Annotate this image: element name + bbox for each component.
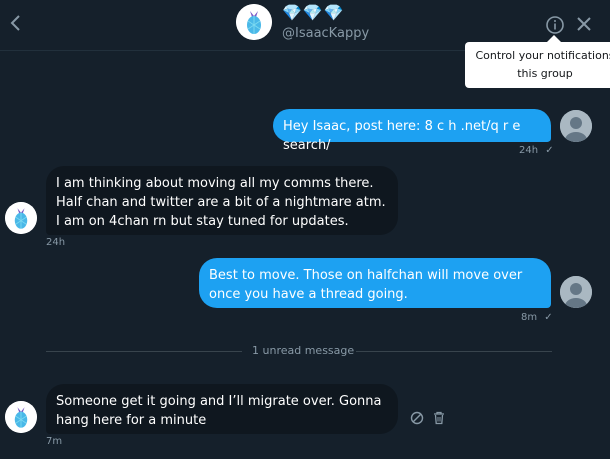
timestamp-text: 24h [519, 145, 539, 156]
check-icon: ✓ [545, 145, 554, 156]
chevron-left-icon[interactable] [6, 12, 26, 34]
message-text: I am thinking about moving all my comms … [56, 176, 386, 229]
message-timestamp: 24h ✓ [519, 145, 554, 156]
message-timestamp: 7m [46, 436, 62, 447]
tooltip-line-2: this group [517, 67, 573, 80]
sent-message-bubble[interactable]: Best to move. Those on halfchan will mov… [199, 258, 551, 308]
message-timestamp: 8m ✓ [521, 312, 553, 323]
group-avatar[interactable] [236, 4, 272, 40]
timestamp-text: 8m [521, 312, 538, 323]
divider-line-right [356, 351, 552, 352]
group-title: 💎💎💎 [282, 3, 345, 22]
received-message-bubble[interactable]: Someone get it going and I’ll migrate ov… [46, 384, 398, 434]
timestamp-text: 24h [46, 237, 66, 248]
default-avatar-icon [560, 110, 592, 142]
pineapple-logo-icon [5, 202, 37, 234]
message-text: Hey Isaac, post here: 8 c h .net/q r e s… [283, 119, 521, 153]
sender-avatar[interactable] [5, 401, 37, 433]
message-timestamp: 24h [46, 237, 65, 248]
timestamp-text: 7m [46, 436, 63, 447]
divider-line-left [46, 351, 242, 352]
user-avatar[interactable] [560, 110, 592, 142]
user-avatar[interactable] [560, 276, 592, 308]
message-text: Someone get it going and I’ll migrate ov… [56, 394, 382, 428]
sender-avatar[interactable] [5, 202, 37, 234]
close-icon[interactable] [575, 15, 593, 33]
block-icon[interactable] [410, 411, 424, 425]
unread-divider-label: 1 unread message [252, 344, 355, 357]
tooltip-arrow [547, 35, 561, 42]
message-text: Best to move. Those on halfchan will mov… [209, 268, 523, 302]
pineapple-logo-icon [236, 4, 272, 40]
check-icon: ✓ [544, 312, 553, 323]
tooltip-line-1: Control your notifications [475, 49, 610, 62]
group-handle[interactable]: @IsaacKappy [282, 26, 369, 41]
default-avatar-icon [560, 276, 592, 308]
received-message-bubble[interactable]: I am thinking about moving all my comms … [46, 166, 398, 235]
info-icon[interactable] [545, 15, 565, 35]
sent-message-bubble[interactable]: Hey Isaac, post here: 8 c h .net/q r e s… [273, 109, 551, 153]
notifications-tooltip: Control your notifications this group [465, 42, 610, 88]
trash-icon[interactable] [432, 411, 446, 425]
pineapple-logo-icon [5, 401, 37, 433]
